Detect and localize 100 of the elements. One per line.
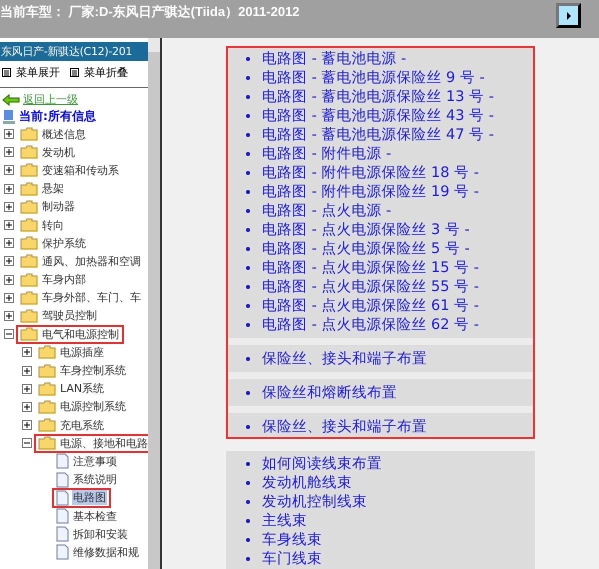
tree-item[interactable]: 充电系统: [59, 418, 105, 433]
diagram-link[interactable]: 电路图 - 蓄电池电源保险丝 9 号 -: [262, 68, 485, 87]
computer-icon: [2, 108, 16, 124]
bullet-icon: [246, 246, 250, 250]
diagram-link[interactable]: 电路图 - 点火电源保险丝 5 号 -: [262, 239, 470, 258]
diagram-link[interactable]: 电路图 - 蓄电池电源保险丝 43 号 -: [262, 106, 494, 125]
diagram-link[interactable]: 电路图 - 点火电源保险丝 15 号 -: [262, 258, 479, 277]
menu-toggle-button[interactable]: 菜单展开: [2, 65, 60, 80]
expand-icon[interactable]: [4, 220, 14, 230]
folder-icon: [20, 236, 38, 250]
tree-item[interactable]: 电路图: [72, 490, 107, 506]
expand-icon[interactable]: [4, 274, 14, 285]
document-icon: [56, 544, 69, 560]
bullet-icon: [246, 114, 250, 118]
folder-icon: [20, 182, 38, 196]
tree-item[interactable]: 车身内部: [41, 272, 87, 288]
tree-item[interactable]: LAN系统: [59, 381, 106, 396]
tree-item[interactable]: 电源控制系统: [59, 399, 127, 414]
tree-item[interactable]: 维修数据和规: [72, 544, 140, 560]
diagram-link[interactable]: 电路图 - 附件电源 -: [262, 144, 392, 163]
toggle-panel-button[interactable]: [556, 3, 581, 28]
collapse-icon[interactable]: [22, 438, 32, 448]
scrollbar[interactable]: [148, 38, 160, 569]
diagram-link[interactable]: 车门线束: [262, 549, 322, 568]
tree-item[interactable]: 概述信息: [41, 126, 87, 142]
diagram-link[interactable]: 保险丝、接头和端子布置: [262, 349, 427, 368]
folder-icon: [20, 290, 38, 305]
folder-icon: [38, 418, 56, 432]
expand-icon[interactable]: [22, 347, 32, 358]
diagram-link[interactable]: 电路图 - 蓄电池电源保险丝 47 号 -: [262, 125, 494, 144]
tree-item[interactable]: 拆卸和安装: [72, 526, 129, 542]
tree-item[interactable]: 电源插座: [59, 344, 105, 360]
expand-icon[interactable]: [22, 420, 32, 430]
expand-icon[interactable]: [4, 310, 14, 321]
back-link[interactable]: 返回上一级: [23, 92, 78, 107]
document-icon: [56, 526, 69, 542]
tree-item[interactable]: 系统说明: [72, 472, 118, 488]
diagram-link[interactable]: 电路图 - 蓄电池电源 -: [262, 49, 406, 68]
bullet-icon: [246, 518, 250, 522]
bullet-icon: [246, 76, 250, 80]
window-title: 当前车型： 厂家:D-东风日产骐达(Tiida）2011-2012: [0, 3, 300, 21]
expand-icon[interactable]: [4, 129, 14, 140]
tree-item[interactable]: 变速箱和传动系: [41, 162, 120, 178]
diagram-link[interactable]: 电路图 - 点火电源保险丝 3 号 -: [262, 220, 470, 239]
tree-item[interactable]: 制动器: [41, 199, 76, 214]
tree-item[interactable]: 发动机: [41, 144, 76, 160]
bullet-icon: [246, 322, 250, 326]
expand-icon[interactable]: [4, 256, 14, 266]
bullet-icon: [246, 538, 250, 542]
expand-icon[interactable]: [4, 147, 14, 158]
bullet-icon: [246, 500, 250, 504]
diagram-link[interactable]: 电路图 - 点火电源 -: [262, 201, 392, 220]
expand-icon[interactable]: [4, 202, 14, 212]
tree-item[interactable]: 保护系统: [41, 236, 87, 251]
bullet-icon: [246, 556, 250, 560]
tree-item[interactable]: 悬架: [41, 181, 65, 196]
tree-item[interactable]: 基本检查: [72, 508, 118, 524]
expand-icon[interactable]: [22, 366, 32, 376]
expand-icon[interactable]: [4, 238, 14, 248]
folder-icon: [20, 145, 38, 160]
expand-icon[interactable]: [4, 292, 14, 303]
expand-icon[interactable]: [4, 184, 14, 194]
menu-toggle-button[interactable]: 菜单折叠: [70, 65, 128, 80]
folder-icon: [38, 400, 56, 414]
diagram-link[interactable]: 电路图 - 点火电源保险丝 55 号 -: [262, 277, 479, 296]
bullet-icon: [246, 94, 250, 98]
tree-item[interactable]: 车身外部、车门、车: [41, 290, 142, 306]
diagram-link[interactable]: 保险丝、接头和端子布置: [262, 417, 427, 436]
sidebar-header: 东风日产-新骐达(C12)-201: [0, 42, 148, 61]
document-icon: [56, 453, 69, 470]
expand-icon[interactable]: [22, 384, 32, 394]
diagram-link[interactable]: 发动机舱线束: [262, 473, 352, 492]
diagram-link[interactable]: 电路图 - 附件电源保险丝 19 号 -: [262, 182, 479, 201]
bullet-icon: [246, 132, 250, 136]
tree-item[interactable]: 驾驶员控制: [41, 308, 98, 324]
expand-icon[interactable]: [22, 402, 32, 412]
document-icon: [56, 490, 69, 506]
diagram-link[interactable]: 如何阅读线束布置: [262, 454, 382, 473]
diagram-link[interactable]: 发动机控制线束: [262, 492, 367, 511]
folder-icon: [20, 200, 38, 214]
diagram-link[interactable]: 主线束: [262, 511, 307, 530]
tree-item[interactable]: 注意事项: [72, 454, 118, 469]
current-location: 当前:所有信息: [19, 108, 96, 125]
bullet-icon: [246, 152, 250, 156]
diagram-link[interactable]: 车身线束: [262, 530, 322, 549]
expand-icon[interactable]: [4, 165, 14, 176]
tree-item[interactable]: 通风、加热器和空调: [41, 254, 142, 269]
document-icon: [56, 508, 69, 524]
folder-icon: [20, 272, 38, 287]
bullet-icon: [246, 56, 250, 60]
collapse-icon[interactable]: [4, 329, 14, 340]
diagram-link[interactable]: 电路图 - 点火电源保险丝 61 号 -: [262, 296, 479, 315]
folder-icon: [20, 308, 38, 323]
diagram-link[interactable]: 电路图 - 蓄电池电源保险丝 13 号 -: [262, 87, 494, 106]
diagram-link[interactable]: 电路图 - 附件电源保险丝 18 号 -: [262, 163, 479, 182]
bullet-icon: [246, 304, 250, 308]
tree-item[interactable]: 车身控制系统: [59, 363, 127, 378]
tree-item[interactable]: 转向: [41, 218, 65, 233]
diagram-link[interactable]: 电路图 - 点火电源保险丝 62 号 -: [262, 315, 479, 334]
diagram-link[interactable]: 保险丝和熔断线布置: [262, 383, 397, 402]
